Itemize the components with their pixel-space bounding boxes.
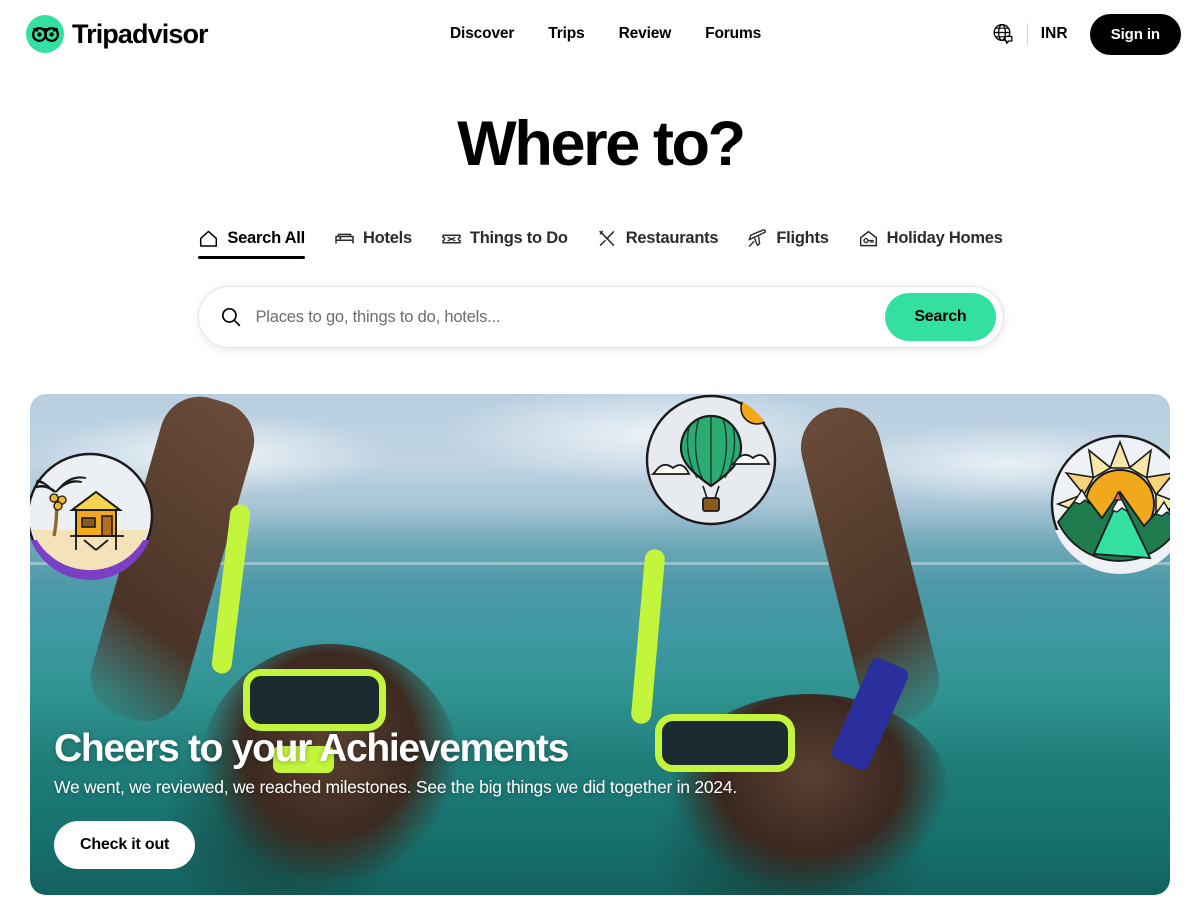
tab-flights[interactable]: Flights [747,228,829,259]
search-bar[interactable]: Search [197,286,1004,348]
currency-selector[interactable]: INR [1041,25,1068,43]
search-icon [220,306,242,328]
hero-promo-card[interactable]: Cheers to your Achievements We went, we … [30,394,1170,895]
nav-item-discover[interactable]: Discover [450,25,514,43]
tab-label: Restaurants [625,229,719,247]
hot-air-balloon-illustration [645,394,777,526]
nav-item-trips[interactable]: Trips [548,25,584,43]
hero-subtitle: We went, we reviewed, we reached milesto… [54,777,737,797]
nav-item-review[interactable]: Review [619,25,672,43]
tab-restaurants[interactable]: Restaurants [597,228,719,259]
header-actions: INR Sign in [992,13,1181,55]
cutlery-icon [597,228,618,249]
tab-label: Search All [227,229,305,247]
home-icon [198,228,219,249]
header-divider [1026,23,1028,45]
tab-label: Things to Do [469,229,568,247]
search-section: Search [0,286,1201,348]
tab-label: Flights [776,229,829,247]
tab-hotels[interactable]: Hotels [334,228,412,259]
hero-text-overlay: Cheers to your Achievements We went, we … [54,727,1146,869]
tab-label: Holiday Homes [886,229,1003,247]
nav-item-forums[interactable]: Forums [705,25,761,43]
tab-things-to-do[interactable]: Things to Do [441,228,568,259]
tab-label: Hotels [362,229,412,247]
search-input[interactable] [255,307,886,327]
ticket-icon [441,228,462,249]
check-it-out-button[interactable]: Check it out [54,821,196,869]
globe-icon[interactable] [992,23,1014,45]
tripadvisor-owl-icon [26,15,64,53]
tripadvisor-logo[interactable]: Tripadvisor [26,15,209,53]
house-key-icon [858,228,879,249]
primary-navigation: Discover Trips Review Forums [450,25,761,43]
page-title: Where to? [457,109,746,179]
tab-holiday-homes[interactable]: Holiday Homes [858,228,1003,259]
logo-wordmark: Tripadvisor [72,18,209,49]
search-category-tabs: Search All Hotels Things to Do Restauran… [0,228,1201,259]
snorkel-mask-left [243,669,386,731]
hero-title: Cheers to your Achievements [54,727,569,770]
plane-icon [747,228,768,249]
beach-hut-illustration [30,452,154,580]
bed-icon [334,228,355,249]
sign-in-button[interactable]: Sign in [1089,13,1181,55]
search-button[interactable]: Search [885,293,996,341]
site-header: Tripadvisor Discover Trips Review Forums… [0,0,1201,68]
tab-search-all[interactable]: Search All [198,228,305,259]
